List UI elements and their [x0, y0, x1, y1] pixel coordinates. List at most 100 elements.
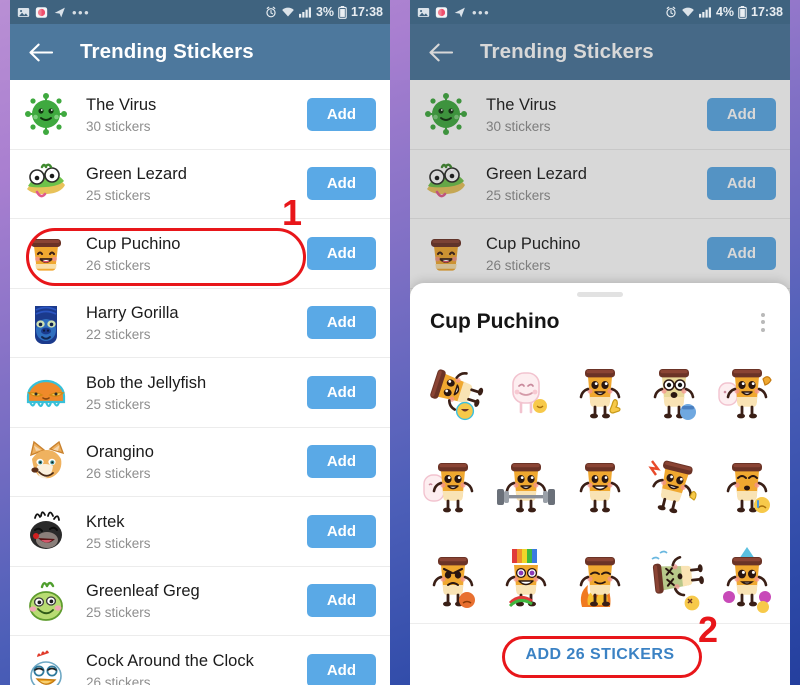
battery-icon — [738, 5, 747, 19]
sticker-pack-row[interactable]: Green Lezard 25 stickers Add — [410, 149, 790, 219]
sticker-pack-info: Krtek 25 stickers — [70, 512, 307, 551]
add-pack-button[interactable]: Add — [306, 514, 376, 548]
image-icon — [17, 6, 30, 19]
sticker-pack-row[interactable]: Harry Gorilla 22 stickers Add — [10, 288, 390, 358]
phone-screen-right: ••• 4% 17:38 Trending Stickers The Virus… — [410, 0, 790, 685]
sticker-pack-count: 30 stickers — [86, 118, 151, 134]
sticker-pack-list-left[interactable]: The Virus 30 stickers Add Green Lezard 25 st… — [10, 80, 390, 685]
sticker-item[interactable] — [490, 347, 564, 439]
sticker-item[interactable] — [710, 441, 784, 533]
add-pack-button[interactable]: Add — [306, 306, 376, 340]
battery-percent-left: 3% — [315, 5, 335, 19]
add-pack-button[interactable]: Add — [706, 97, 776, 131]
add-pack-button[interactable]: Add — [306, 375, 376, 409]
mole-avatar — [22, 507, 70, 555]
sticker-item[interactable] — [563, 347, 637, 439]
send-icon — [53, 6, 67, 19]
bottom-sheet-footer: ADD 26 STICKERS — [410, 623, 790, 685]
sticker-item[interactable] — [637, 347, 711, 439]
sticker-pack-count: 26 stickers — [86, 466, 151, 482]
sticker-pack-row[interactable]: Krtek 25 stickers Add — [10, 497, 390, 567]
signal-icon — [698, 6, 712, 18]
signal-icon — [298, 6, 312, 18]
sticker-item[interactable] — [416, 347, 490, 439]
status-bar-right-icons: 3% 17:38 — [265, 5, 383, 19]
sticker-pack-count: 22 stickers — [86, 327, 151, 343]
bottom-sheet-title: Cup Puchino — [430, 310, 560, 333]
sticker-item[interactable] — [563, 535, 637, 627]
lizard-avatar — [22, 160, 70, 208]
app-bar-left: Trending Stickers — [10, 24, 390, 80]
kebab-menu-icon[interactable] — [752, 309, 774, 335]
sticker-pack-info: Cup Puchino 26 stickers — [70, 234, 307, 273]
sticker-pack-info: Greenleaf Greg 25 stickers — [70, 581, 307, 620]
sticker-item[interactable] — [490, 535, 564, 627]
lizard-avatar — [422, 160, 470, 208]
greenleaf-avatar — [22, 577, 70, 625]
sticker-item[interactable] — [490, 441, 564, 533]
sticker-item[interactable] — [563, 441, 637, 533]
rooster-avatar — [22, 646, 70, 685]
overflow-dots-icon: ••• — [472, 4, 491, 20]
add-pack-button[interactable]: Add — [306, 236, 376, 270]
add-pack-button[interactable]: Add — [306, 167, 376, 201]
sticker-pack-info: Harry Gorilla 22 stickers — [70, 303, 307, 342]
add-26-stickers-button[interactable]: ADD 26 STICKERS — [502, 636, 699, 674]
sticker-pack-count: 26 stickers — [86, 257, 151, 273]
sticker-item[interactable] — [416, 535, 490, 627]
clock-time-left: 17:38 — [351, 5, 383, 19]
virus-avatar — [422, 90, 470, 138]
sticker-pack-row[interactable]: Cup Puchino 26 stickers Add — [10, 219, 390, 289]
add-pack-button[interactable]: Add — [306, 653, 376, 685]
sticker-pack-count: 25 stickers — [86, 188, 151, 204]
sticker-pack-row[interactable]: Orangino 26 stickers Add — [10, 427, 390, 497]
page-title: Trending Stickers — [80, 40, 254, 63]
add-pack-button[interactable]: Add — [706, 236, 776, 270]
sticker-pack-name: The Virus — [486, 95, 557, 114]
sticker-pack-info: Cock Around the Clock 26 stickers — [70, 651, 307, 685]
sticker-pack-row[interactable]: Cup Puchino 26 stickers Add — [410, 219, 790, 289]
send-icon — [453, 6, 467, 19]
sticker-pack-count: 30 stickers — [486, 118, 551, 134]
fox-avatar — [22, 438, 70, 486]
add-pack-button[interactable]: Add — [306, 445, 376, 479]
sticker-pack-info: Cup Puchino 26 stickers — [470, 234, 707, 273]
page-title: Trending Stickers — [480, 40, 654, 63]
sticker-pack-name: Bob the Jellyfish — [86, 373, 207, 392]
back-arrow-icon[interactable] — [428, 41, 454, 63]
sticker-item[interactable] — [416, 441, 490, 533]
sticker-pack-info: Bob the Jellyfish 25 stickers — [70, 373, 307, 412]
sticker-pack-name: Green Lezard — [86, 165, 187, 184]
status-bar-left-icons: ••• — [17, 5, 90, 20]
sticker-pack-count: 25 stickers — [486, 188, 551, 204]
sticker-pack-row[interactable]: The Virus 30 stickers Add — [410, 80, 790, 150]
sticker-pack-name: Cup Puchino — [86, 234, 181, 253]
sticker-preview-grid[interactable] — [410, 341, 790, 639]
sticker-pack-info: Green Lezard 25 stickers — [470, 164, 707, 203]
phone-screen-left: ••• 3% 17:38 Trending Stickers The Virus… — [10, 0, 390, 685]
sticker-pack-row[interactable]: Greenleaf Greg 25 stickers Add — [10, 566, 390, 636]
coffee-cup-avatar — [422, 229, 470, 277]
back-arrow-icon[interactable] — [28, 41, 54, 63]
sticker-pack-count: 25 stickers — [86, 605, 151, 621]
sticker-item[interactable] — [637, 535, 711, 627]
sticker-pack-count: 26 stickers — [486, 257, 551, 273]
sticker-pack-row[interactable]: Cock Around the Clock 26 stickers Add — [10, 636, 390, 685]
battery-percent-right: 4% — [715, 5, 735, 19]
sticker-pack-info: The Virus 30 stickers — [470, 95, 707, 134]
sticker-pack-row[interactable]: The Virus 30 stickers Add — [10, 80, 390, 150]
sticker-pack-name: Cock Around the Clock — [86, 651, 254, 670]
sticker-pack-name: Harry Gorilla — [86, 304, 179, 323]
sticker-pack-name: Orangino — [86, 443, 154, 462]
add-pack-button[interactable]: Add — [306, 97, 376, 131]
add-pack-button[interactable]: Add — [706, 167, 776, 201]
add-pack-button[interactable]: Add — [306, 584, 376, 618]
sticker-item[interactable] — [710, 535, 784, 627]
sticker-pack-row[interactable]: Bob the Jellyfish 25 stickers Add — [10, 358, 390, 428]
coffee-cup-avatar — [22, 229, 70, 277]
sticker-pack-count: 25 stickers — [86, 396, 151, 412]
status-bar-right-icons-left: ••• — [417, 5, 490, 20]
sticker-item[interactable] — [710, 347, 784, 439]
sticker-pack-row[interactable]: Green Lezard 25 stickers Add — [10, 149, 390, 219]
sticker-item[interactable] — [637, 441, 711, 533]
